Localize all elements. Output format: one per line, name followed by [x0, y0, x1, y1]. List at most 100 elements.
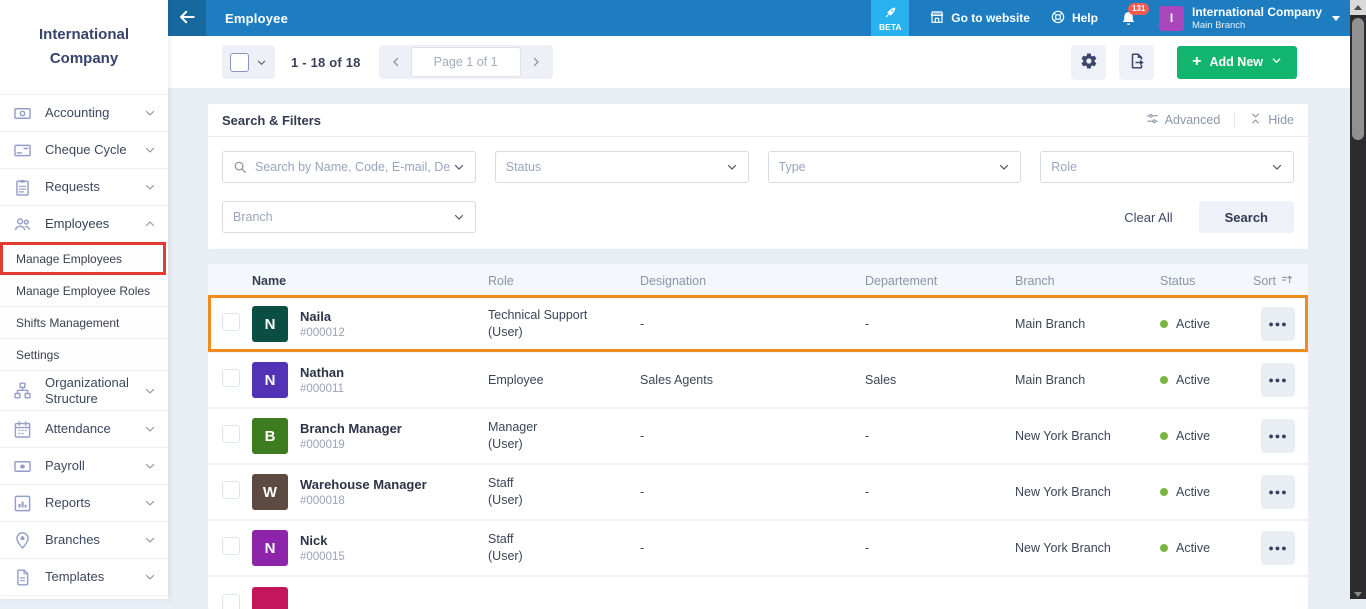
search-icon: [233, 160, 247, 174]
cell-department: Sales: [865, 372, 1015, 389]
row-checkbox[interactable]: [222, 313, 240, 331]
chevron-down-icon: [144, 460, 156, 472]
sidebar-subitem-label: Manage Employee Roles: [16, 284, 150, 298]
sidebar-subitem-manage-employee-roles[interactable]: Manage Employee Roles: [0, 275, 168, 307]
employee-code: #000011: [300, 383, 488, 395]
status-label: Active: [1176, 372, 1210, 389]
cell-role: Staff(User): [488, 475, 640, 509]
select-all-control[interactable]: [222, 45, 275, 79]
sidebar-item-payroll[interactable]: Payroll: [0, 448, 168, 485]
search-button[interactable]: Search: [1199, 201, 1294, 233]
notifications-button[interactable]: 131: [1120, 10, 1137, 27]
sidebar-item-employees[interactable]: Employees: [0, 206, 168, 243]
row-checkbox[interactable]: [222, 537, 240, 555]
chevron-down-icon: [144, 423, 156, 435]
scroll-up-arrow[interactable]: [1350, 0, 1366, 15]
sidebar-item-cheque-cycle[interactable]: Cheque Cycle: [0, 132, 168, 169]
row-actions-button[interactable]: ●●●: [1261, 531, 1295, 565]
advanced-filters-link[interactable]: Advanced: [1146, 112, 1221, 128]
sidebar-subitem-shifts-management[interactable]: Shifts Management: [0, 307, 168, 339]
sidebar-subitem-manage-employees[interactable]: Manage Employees: [0, 243, 168, 275]
row-actions-button[interactable]: ●●●: [1261, 363, 1295, 397]
cell-role: Manager(User): [488, 419, 640, 453]
role-dropdown[interactable]: Role: [1040, 151, 1294, 183]
beta-badge[interactable]: BETA: [871, 0, 909, 36]
filters-title: Search & Filters: [222, 113, 321, 128]
sidebar-item-organizational-structure[interactable]: Organizational Structure: [0, 371, 168, 411]
sidebar-item-requests[interactable]: Requests: [0, 169, 168, 206]
chevron-up-icon: [144, 218, 156, 230]
status-dropdown[interactable]: Status: [495, 151, 749, 183]
table-row[interactable]: W Warehouse Manager #000018 Staff(User) …: [208, 465, 1308, 521]
cell-designation: -: [640, 428, 865, 445]
sidebar-item-attendance[interactable]: Attendance: [0, 411, 168, 448]
export-button[interactable]: [1119, 45, 1154, 80]
add-new-button[interactable]: + Add New: [1177, 46, 1297, 79]
column-branch: Branch: [1015, 274, 1160, 288]
go-to-website-link[interactable]: Go to website: [929, 9, 1030, 28]
pin-icon: [13, 531, 32, 550]
chevron-down-icon: [144, 385, 156, 397]
scrollbar-thumb[interactable]: [1352, 18, 1364, 140]
account-menu[interactable]: I International Company Main Branch: [1159, 5, 1340, 32]
add-new-label: Add New: [1210, 55, 1263, 69]
clear-all-button[interactable]: Clear All: [1124, 210, 1172, 225]
row-actions-button[interactable]: ●●●: [1261, 307, 1295, 341]
status-dot: [1160, 544, 1168, 552]
row-checkbox[interactable]: [222, 594, 240, 609]
next-page-button[interactable]: [521, 45, 551, 79]
hide-filters-link[interactable]: Hide: [1249, 112, 1294, 128]
table-row[interactable]: N Nick #000015 Staff(User) - - New York …: [208, 521, 1308, 577]
sidebar-subitem-settings[interactable]: Settings: [0, 339, 168, 371]
sidebar-item-templates[interactable]: Templates: [0, 559, 168, 596]
chart-icon: [13, 494, 32, 513]
table-row[interactable]: N Naila #000012 Technical Support(User) …: [208, 297, 1308, 353]
sidebar-item-label: Reports: [45, 495, 144, 511]
row-checkbox[interactable]: [222, 481, 240, 499]
cell-branch: New York Branch: [1015, 484, 1160, 501]
sort-control[interactable]: Sort: [1253, 273, 1308, 289]
row-actions-button[interactable]: ●●●: [1261, 419, 1295, 453]
topbar: Employee BETA Go to website Help 131: [168, 0, 1350, 36]
help-link[interactable]: Help: [1050, 9, 1098, 28]
scroll-down-arrow[interactable]: [1354, 592, 1362, 597]
sidebar-item-accounting[interactable]: Accounting: [0, 95, 168, 132]
status-label: Active: [1176, 484, 1210, 501]
collapse-arrow-icon: [178, 8, 196, 29]
status-label: Active: [1176, 316, 1210, 333]
help-lifebuoy-icon: [1050, 9, 1066, 28]
table-row[interactable]: N Nathan #000011 Employee Sales Agents S…: [208, 353, 1308, 409]
status-dot: [1160, 320, 1168, 328]
page-title: Employee: [225, 11, 288, 26]
column-role: Role: [488, 274, 640, 288]
sidebar-collapse-button[interactable]: [168, 0, 206, 36]
type-dropdown[interactable]: Type: [768, 151, 1022, 183]
table-row[interactable]: B Branch Manager #000019 Manager(User) -…: [208, 409, 1308, 465]
cell-designation: -: [640, 540, 865, 557]
row-checkbox[interactable]: [222, 369, 240, 387]
row-actions-button[interactable]: ●●●: [1261, 475, 1295, 509]
account-name: International Company: [1192, 5, 1322, 20]
account-branch: Main Branch: [1192, 20, 1322, 32]
sidebar-subitem-label: Settings: [16, 348, 59, 362]
select-all-checkbox[interactable]: [230, 53, 249, 72]
cell-department: -: [865, 540, 1015, 557]
search-field[interactable]: [222, 151, 476, 183]
cell-designation: -: [640, 484, 865, 501]
company-logo: International Company: [0, 0, 168, 94]
cell-department: -: [865, 484, 1015, 501]
clipboard-icon: [13, 178, 32, 197]
row-checkbox[interactable]: [222, 425, 240, 443]
sliders-icon: [1146, 112, 1159, 128]
vertical-scrollbar[interactable]: [1350, 0, 1366, 599]
prev-page-button[interactable]: [381, 45, 411, 79]
search-input[interactable]: [255, 160, 453, 174]
sidebar-item-reports[interactable]: Reports: [0, 485, 168, 522]
sidebar-item-branches[interactable]: Branches: [0, 522, 168, 559]
table-row[interactable]: ●●●: [208, 577, 1308, 609]
logo-line2: Company: [50, 47, 118, 71]
sidebar: International Company Accounting Cheque …: [0, 0, 168, 599]
settings-button[interactable]: [1071, 45, 1106, 80]
sitemap-icon: [13, 381, 32, 400]
branch-dropdown[interactable]: Branch: [222, 201, 476, 233]
